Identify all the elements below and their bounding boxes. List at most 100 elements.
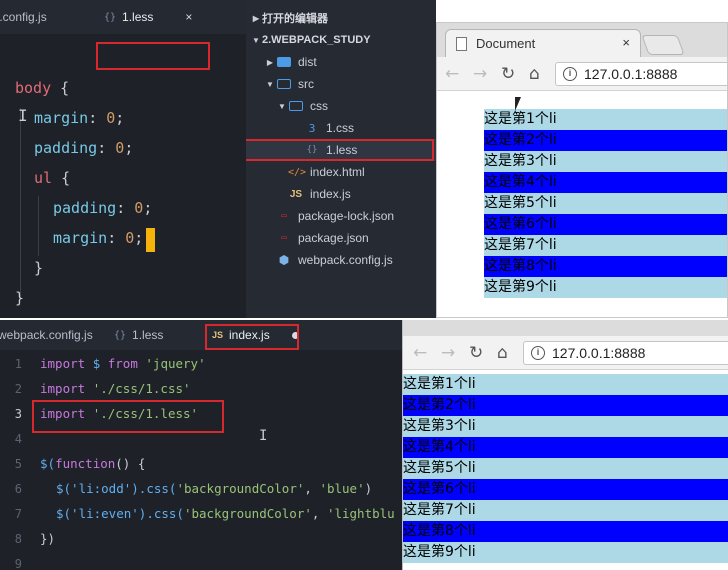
tab-label: 1.less xyxy=(122,10,154,24)
folder-open-icon xyxy=(289,100,303,111)
reload-icon[interactable]: ↻ xyxy=(501,64,515,84)
list-item: 这是第6个li xyxy=(484,214,727,235)
tree-item-css[interactable]: ▼ css xyxy=(276,95,328,117)
tree-item-package-lock[interactable]: ▭ package-lock.json xyxy=(276,205,394,227)
reload-icon[interactable]: ↻ xyxy=(469,343,483,363)
forward-icon[interactable]: → xyxy=(473,64,487,84)
less-editor-pane[interactable]: r.config.js {​} 1.less × body { margin: … xyxy=(0,0,246,318)
address-bar[interactable]: i 127.0.0.1:8888 xyxy=(555,62,727,86)
code-line-3: padding: 0; xyxy=(34,139,134,157)
ibeam-cursor-icon: I xyxy=(259,428,268,444)
highlight-box xyxy=(205,324,299,350)
list-item: 这是第7个li xyxy=(484,235,727,256)
list-item: 这是第6个li xyxy=(403,479,728,500)
browser-window-top[interactable]: Document × ← → ↻ ⌂ i 127.0.0.1:8888 这是第1… xyxy=(436,22,728,318)
chevron-right-icon: ▶ xyxy=(266,57,274,67)
webpack-file-icon: ⬢ xyxy=(278,253,290,267)
tab-1-less[interactable]: {} 1.less xyxy=(114,320,163,350)
list-item: 这是第3个li xyxy=(403,416,728,437)
indent-guide xyxy=(38,196,39,256)
line-number: 6 xyxy=(14,482,22,496)
list-item: 这是第1个li xyxy=(484,109,727,130)
js-file-icon: JS xyxy=(289,188,303,200)
list-item: 这是第2个li xyxy=(484,130,727,151)
tree-item-package-json[interactable]: ▭ package.json xyxy=(276,227,368,249)
document-icon xyxy=(456,37,467,51)
browser-tabstrip xyxy=(403,320,728,336)
code-line-8: }) xyxy=(40,531,56,546)
forward-icon[interactable]: → xyxy=(441,343,455,363)
browser-toolbar: ← → ↻ ⌂ i 127.0.0.1:8888 xyxy=(437,57,727,91)
line-number: 1 xyxy=(14,357,22,371)
line-number: 8 xyxy=(14,532,22,546)
code-line-2: margin: 0; xyxy=(34,109,125,127)
tree-item-index-js[interactable]: JS index.js xyxy=(288,183,351,205)
indent-guide xyxy=(20,108,21,298)
back-icon[interactable]: ← xyxy=(413,343,427,363)
folder-open-icon xyxy=(277,78,291,89)
tree-item-1-css[interactable]: 3 1.css xyxy=(304,117,354,139)
tree-item-src[interactable]: ▼ src xyxy=(264,73,314,95)
li-list: 这是第1个li 这是第2个li 这是第3个li 这是第4个li 这是第5个li 这是第6个… xyxy=(484,109,727,298)
npm-file-icon: ▭ xyxy=(281,233,287,243)
list-item: 这是第5个li xyxy=(403,458,728,479)
info-icon: i xyxy=(531,346,545,360)
tree-item-index-html[interactable]: </> index.html xyxy=(288,161,365,183)
open-editors-section[interactable]: ▶ 打开的编辑器 xyxy=(250,7,328,29)
highlight-box xyxy=(246,139,434,161)
tree-item-dist[interactable]: ▶ dist xyxy=(264,51,317,73)
line-number: 4 xyxy=(14,432,22,446)
tab-label: r.config.js xyxy=(0,10,47,24)
code-line-1: import $ from 'jquery' xyxy=(40,356,206,371)
code-line-6: $('li:odd').css('backgroundColor', 'blue… xyxy=(56,481,373,496)
tree-item-webpack-config[interactable]: ⬢ webpack.config.js xyxy=(276,249,393,271)
text-cursor xyxy=(146,228,155,252)
browser-toolbar: ← → ↻ ⌂ i 127.0.0.1:8888 xyxy=(403,336,728,370)
code-line-7: $('li:even').css('backgroundColor', 'lig… xyxy=(56,506,395,521)
code-line-4: ul { xyxy=(34,169,71,187)
mouse-pointer-icon xyxy=(515,97,521,111)
css-file-icon: 3 xyxy=(308,121,316,135)
highlight-box xyxy=(96,42,210,70)
code-line-5: padding: 0; xyxy=(53,199,153,217)
browser-tab-document[interactable]: Document × xyxy=(445,29,641,57)
chevron-down-icon: ▼ xyxy=(266,79,274,89)
editor-tabbar: webpack.config.js {} 1.less JS index.js xyxy=(0,320,402,350)
less-file-icon: {} xyxy=(114,329,127,341)
code-line-7: } xyxy=(34,259,44,277)
list-item: 这是第4个li xyxy=(484,172,727,193)
home-icon[interactable]: ⌂ xyxy=(529,64,540,84)
tab-1-less[interactable]: {​} 1.less × xyxy=(104,2,192,32)
list-item: 这是第8个li xyxy=(403,521,728,542)
tab-webpack-config[interactable]: r.config.js xyxy=(0,2,47,32)
info-icon: i xyxy=(563,67,577,81)
line-number: 9 xyxy=(14,557,22,570)
close-icon[interactable]: × xyxy=(185,10,192,24)
code-line-1: body { xyxy=(15,79,70,97)
tab-webpack-config[interactable]: webpack.config.js xyxy=(0,320,93,350)
editor-tabbar: r.config.js {​} 1.less × xyxy=(0,0,246,34)
js-editor-pane[interactable]: webpack.config.js {} 1.less JS index.js … xyxy=(0,320,402,570)
ibeam-cursor-icon: I xyxy=(18,106,28,125)
file-explorer[interactable]: ▶ 打开的编辑器 ▼ 2.WEBPACK_STUDY ▶ dist ▼ src … xyxy=(246,0,436,318)
chevron-down-icon: ▼ xyxy=(278,101,286,111)
chevron-down-icon: ▼ xyxy=(252,35,260,45)
new-tab-button[interactable] xyxy=(641,35,685,55)
browser-window-bottom[interactable]: ← → ↻ ⌂ i 127.0.0.1:8888 这是第1个li 这是第2个li 这… xyxy=(402,320,728,570)
code-line-6: margin: 0; xyxy=(53,229,144,247)
close-icon[interactable]: × xyxy=(622,35,630,50)
list-item: 这是第7个li xyxy=(403,500,728,521)
home-icon[interactable]: ⌂ xyxy=(497,343,508,363)
code-line-2: import './css/1.css' xyxy=(40,381,191,396)
list-item: 这是第8个li xyxy=(484,256,727,277)
chevron-right-icon: ▶ xyxy=(252,13,260,23)
less-file-icon: {​} xyxy=(104,11,117,23)
browser-tabstrip: Document × xyxy=(437,23,727,57)
folder-icon xyxy=(277,56,291,67)
list-item: 这是第2个li xyxy=(403,395,728,416)
address-bar[interactable]: i 127.0.0.1:8888 xyxy=(523,341,728,365)
line-number: 3 xyxy=(14,407,22,421)
project-root[interactable]: ▼ 2.WEBPACK_STUDY xyxy=(250,29,371,51)
back-icon[interactable]: ← xyxy=(445,64,459,84)
line-number: 7 xyxy=(14,507,22,521)
